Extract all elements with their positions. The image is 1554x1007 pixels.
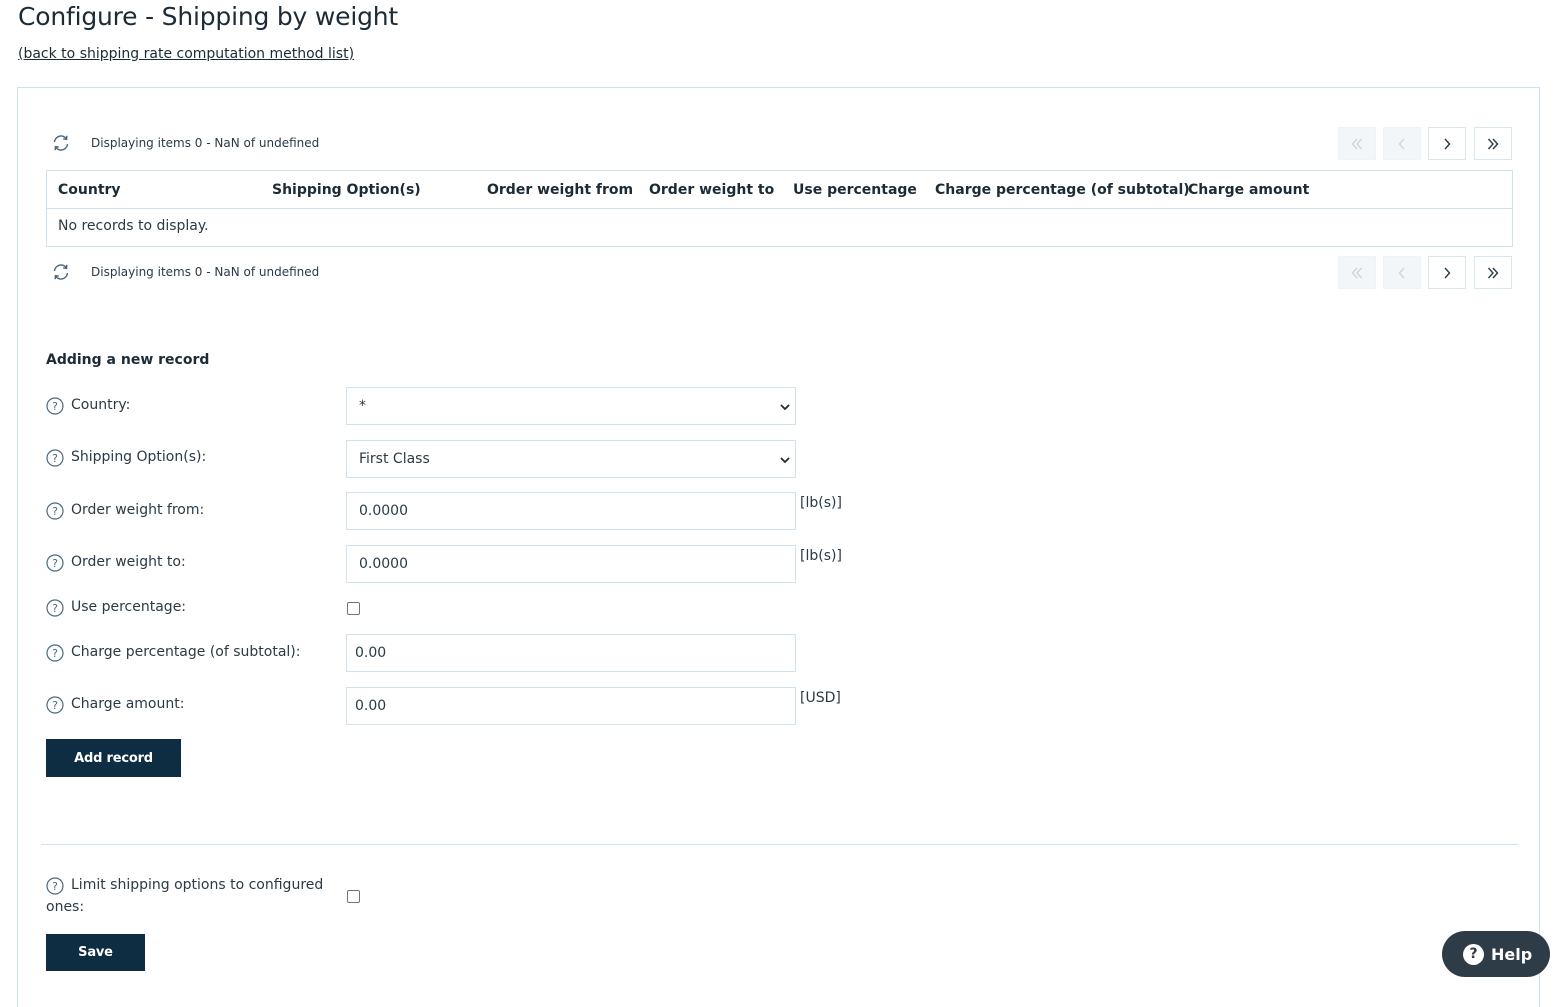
column-header-shipping-option[interactable]: Shipping Option(s) <box>272 182 421 198</box>
country-select-value: * <box>359 398 366 414</box>
next-page-button[interactable] <box>1428 256 1466 289</box>
svg-text:?: ? <box>52 505 58 518</box>
prev-page-button[interactable] <box>1383 127 1421 160</box>
limit-shipping-label-continued: ones: <box>46 899 85 915</box>
help-icon[interactable]: ? <box>46 502 64 520</box>
weight-to-input-value: 0.0000 <box>359 556 408 572</box>
country-row: ? Country: * <box>46 387 946 425</box>
chevron-right-icon <box>1444 267 1451 278</box>
add-record-section-title: Adding a new record <box>46 352 210 368</box>
chevron-down-icon <box>780 457 790 464</box>
help-icon[interactable]: ? <box>46 696 64 714</box>
add-record-button[interactable]: Add record <box>46 739 181 777</box>
config-panel: Displaying items 0 - NaN of undefined Co… <box>17 87 1540 1007</box>
last-page-button[interactable] <box>1474 256 1512 289</box>
charge-amount-label: Charge amount: <box>71 696 185 712</box>
column-header-charge-percentage[interactable]: Charge percentage (of subtotal) <box>935 182 1190 198</box>
shipping-option-row: ? Shipping Option(s): First Class <box>46 440 946 478</box>
svg-text:?: ? <box>52 647 58 660</box>
svg-text:?: ? <box>52 400 58 413</box>
help-button-label: Help <box>1491 944 1533 964</box>
help-icon[interactable]: ? <box>46 599 64 617</box>
chevron-down-icon <box>780 404 790 411</box>
weight-from-label: Order weight from: <box>71 502 205 518</box>
help-icon[interactable]: ? <box>46 449 64 467</box>
page-title: Configure - Shipping by weight <box>18 2 398 31</box>
weight-unit: [lb(s)] <box>800 495 842 511</box>
question-icon: ? <box>1463 943 1484 965</box>
last-page-button[interactable] <box>1474 127 1512 160</box>
help-icon[interactable]: ? <box>46 397 64 415</box>
save-button[interactable]: Save <box>46 934 145 971</box>
shipping-option-label: Shipping Option(s): <box>71 449 207 465</box>
help-icon[interactable]: ? <box>46 644 64 662</box>
charge-amount-input-value: 0.00 <box>355 698 387 714</box>
charge-percentage-row: ? Charge percentage (of subtotal): 0.00 <box>46 634 946 672</box>
help-icon[interactable]: ? <box>46 554 64 572</box>
chevron-left-icon <box>1398 267 1405 278</box>
svg-text:?: ? <box>52 452 58 465</box>
refresh-icon[interactable] <box>51 133 71 153</box>
svg-text:?: ? <box>52 602 58 615</box>
country-select[interactable]: * <box>346 387 796 425</box>
weight-to-row: ? Order weight to: 0.0000 [lb(s)] <box>46 545 946 583</box>
shipping-option-select[interactable]: First Class <box>346 440 796 478</box>
column-header-weight-from[interactable]: Order weight from <box>487 182 633 198</box>
help-button[interactable]: ? Help <box>1442 931 1550 977</box>
use-percentage-label: Use percentage: <box>71 599 187 615</box>
next-page-button[interactable] <box>1428 127 1466 160</box>
grid-empty-message: No records to display. <box>58 218 209 234</box>
weight-from-input[interactable]: 0.0000 <box>346 492 796 530</box>
weight-from-input-value: 0.0000 <box>359 503 408 519</box>
double-chevron-left-icon <box>1351 267 1363 278</box>
weight-to-input[interactable]: 0.0000 <box>346 545 796 583</box>
column-header-weight-to[interactable]: Order weight to <box>649 182 774 198</box>
charge-percentage-input[interactable]: 0.00 <box>346 634 796 672</box>
chevron-left-icon <box>1398 138 1405 149</box>
svg-text:?: ? <box>52 699 58 712</box>
use-percentage-checkbox[interactable] <box>347 602 360 615</box>
charge-amount-row: ? Charge amount: 0.00 [USD] <box>46 687 946 725</box>
use-percentage-row: ? Use percentage: <box>46 597 946 635</box>
refresh-icon[interactable] <box>51 262 71 282</box>
pager-info: Displaying items 0 - NaN of undefined <box>91 136 320 150</box>
chevron-right-icon <box>1444 138 1451 149</box>
grid-pager-top: Displaying items 0 - NaN of undefined <box>46 126 1513 160</box>
prev-page-button[interactable] <box>1383 256 1421 289</box>
charge-percentage-label: Charge percentage (of subtotal): <box>71 644 301 660</box>
first-page-button[interactable] <box>1338 256 1376 289</box>
limit-shipping-label: Limit shipping options to configured <box>71 877 324 893</box>
svg-text:?: ? <box>52 557 58 570</box>
shipping-option-select-value: First Class <box>359 451 430 467</box>
pager-info: Displaying items 0 - NaN of undefined <box>91 265 320 279</box>
section-divider <box>41 844 1518 845</box>
limit-shipping-checkbox[interactable] <box>347 890 360 903</box>
help-icon[interactable]: ? <box>46 877 64 895</box>
first-page-button[interactable] <box>1338 127 1376 160</box>
column-header-charge-amount[interactable]: Charge amount <box>1188 182 1309 198</box>
shipping-rates-grid: Country Shipping Option(s) Order weight … <box>46 170 1513 247</box>
grid-pager-bottom: Displaying items 0 - NaN of undefined <box>46 255 1513 289</box>
double-chevron-left-icon <box>1351 138 1363 149</box>
limit-shipping-row: ? Limit shipping options to configured o… <box>46 875 946 919</box>
weight-from-row: ? Order weight from: 0.0000 [lb(s)] <box>46 492 946 530</box>
weight-unit: [lb(s)] <box>800 548 842 564</box>
column-header-use-percentage[interactable]: Use percentage <box>793 182 917 198</box>
weight-to-label: Order weight to: <box>71 554 186 570</box>
charge-amount-input[interactable]: 0.00 <box>346 687 796 725</box>
back-to-list-link[interactable]: (back to shipping rate computation metho… <box>18 46 354 62</box>
double-chevron-right-icon <box>1487 267 1499 278</box>
column-header-country[interactable]: Country <box>58 182 121 198</box>
grid-header: Country Shipping Option(s) Order weight … <box>47 171 1512 209</box>
double-chevron-right-icon <box>1487 138 1499 149</box>
currency-unit: [USD] <box>800 690 841 706</box>
country-label: Country: <box>71 397 131 413</box>
charge-percentage-input-value: 0.00 <box>355 645 387 661</box>
svg-text:?: ? <box>52 880 58 893</box>
